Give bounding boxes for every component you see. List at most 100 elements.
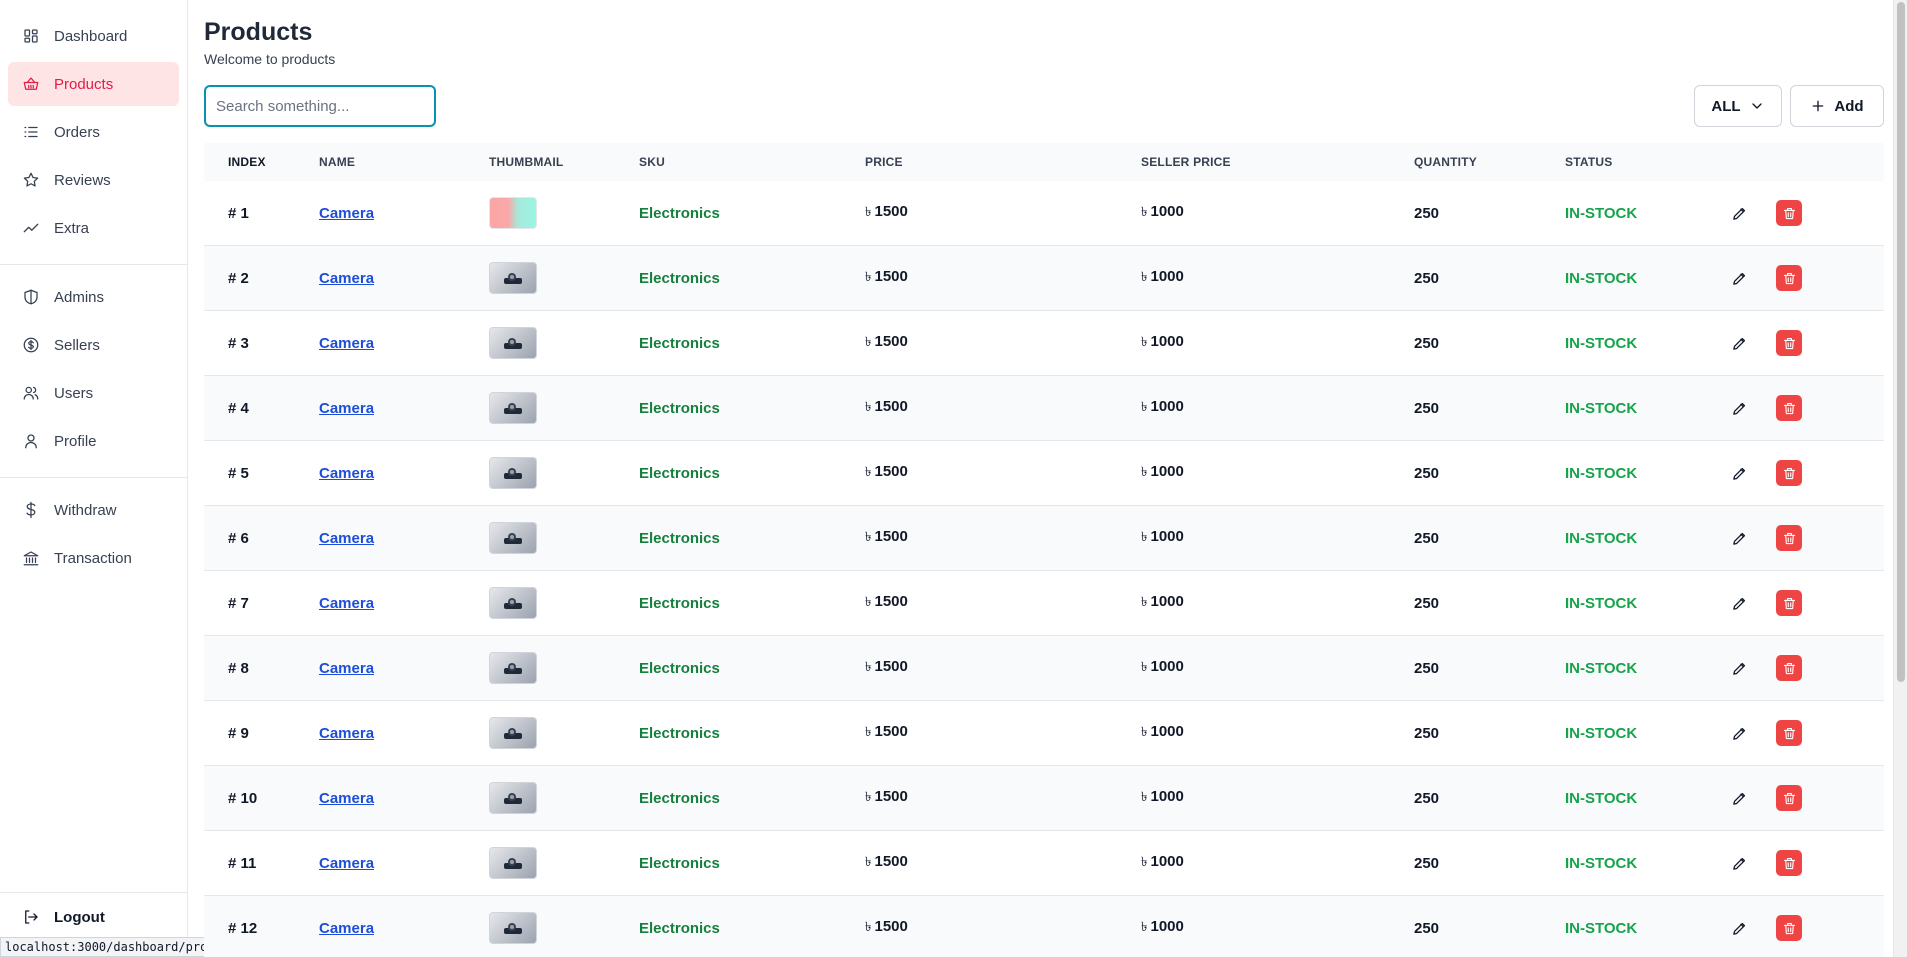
- quantity-value: 250: [1414, 594, 1440, 612]
- edit-button[interactable]: [1724, 198, 1754, 228]
- delete-button[interactable]: [1776, 525, 1802, 551]
- product-thumbnail[interactable]: [489, 522, 537, 554]
- product-name-link[interactable]: Camera: [319, 790, 374, 807]
- product-name-link[interactable]: Camera: [319, 270, 374, 287]
- delete-button[interactable]: [1776, 850, 1802, 876]
- product-name-link[interactable]: Camera: [319, 855, 374, 872]
- scrollbar-thumb[interactable]: [1897, 2, 1905, 682]
- delete-button[interactable]: [1776, 785, 1802, 811]
- delete-button[interactable]: [1776, 395, 1802, 421]
- cell-name: Camera: [319, 725, 489, 742]
- product-thumbnail[interactable]: [489, 262, 537, 294]
- product-name-link[interactable]: Camera: [319, 725, 374, 742]
- page-subtitle: Welcome to products: [204, 51, 336, 67]
- edit-button[interactable]: [1724, 718, 1754, 748]
- product-name-link[interactable]: Camera: [319, 335, 374, 352]
- product-thumbnail[interactable]: [489, 587, 537, 619]
- product-name-link[interactable]: Camera: [319, 595, 374, 612]
- delete-button[interactable]: [1776, 915, 1802, 941]
- sidebar-item-orders[interactable]: Orders: [8, 110, 179, 154]
- nav-group-main: Dashboard Products Orders Reviews Extra: [0, 0, 187, 265]
- sidebar-item-transaction[interactable]: Transaction: [8, 536, 179, 580]
- edit-button[interactable]: [1724, 393, 1754, 423]
- sku-text: Electronics: [639, 464, 720, 482]
- sidebar-item-admins[interactable]: Admins: [8, 275, 179, 319]
- cell-sku: Electronics: [639, 595, 865, 612]
- cell-sku: Electronics: [639, 920, 865, 937]
- sidebar-item-sellers[interactable]: Sellers: [8, 323, 179, 367]
- sidebar-item-users[interactable]: Users: [8, 371, 179, 415]
- delete-button[interactable]: [1776, 330, 1802, 356]
- edit-button[interactable]: [1724, 848, 1754, 878]
- edit-button[interactable]: [1724, 328, 1754, 358]
- bank-icon: [22, 549, 40, 567]
- sidebar-item-reviews[interactable]: Reviews: [8, 158, 179, 202]
- star-icon: [22, 171, 40, 189]
- sidebar-item-label: Profile: [54, 432, 97, 450]
- sidebar-item-products[interactable]: Products: [8, 62, 179, 106]
- product-name-link[interactable]: Camera: [319, 920, 374, 937]
- product-thumbnail[interactable]: [489, 392, 537, 424]
- seller-price-value: 1000: [1150, 657, 1184, 675]
- edit-button[interactable]: [1724, 458, 1754, 488]
- sidebar-item-dashboard[interactable]: Dashboard: [8, 14, 179, 58]
- currency-symbol: ৳: [865, 528, 872, 544]
- cell-price: ৳ 1500: [865, 853, 1141, 874]
- product-thumbnail[interactable]: [489, 457, 537, 489]
- delete-button[interactable]: [1776, 460, 1802, 486]
- product-thumbnail[interactable]: [489, 912, 537, 944]
- cell-price: ৳ 1500: [865, 463, 1141, 484]
- cell-index: # 5: [228, 464, 249, 482]
- delete-button[interactable]: [1776, 720, 1802, 746]
- product-thumbnail[interactable]: [489, 197, 537, 229]
- product-name-link[interactable]: Camera: [319, 205, 374, 222]
- edit-button[interactable]: [1724, 263, 1754, 293]
- seller-price-value: 1000: [1150, 527, 1184, 545]
- edit-button[interactable]: [1724, 653, 1754, 683]
- cell-index: # 10: [228, 789, 258, 807]
- cell-seller-price: ৳ 1000: [1141, 723, 1414, 744]
- sku-text: Electronics: [639, 594, 720, 612]
- product-thumbnail[interactable]: [489, 717, 537, 749]
- currency-symbol: ৳: [865, 268, 872, 284]
- delete-button[interactable]: [1776, 200, 1802, 226]
- product-name-link[interactable]: Camera: [319, 465, 374, 482]
- product-name-link[interactable]: Camera: [319, 400, 374, 417]
- cell-status: IN-STOCK: [1565, 855, 1710, 872]
- price-value: 1500: [874, 397, 908, 415]
- pencil-icon: [1732, 792, 1745, 805]
- trash-icon: [1783, 792, 1795, 804]
- product-thumbnail[interactable]: [489, 652, 537, 684]
- trash-icon: [1783, 532, 1795, 544]
- currency-symbol: ৳: [1141, 528, 1148, 544]
- product-thumbnail[interactable]: [489, 782, 537, 814]
- product-name-link[interactable]: Camera: [319, 660, 374, 677]
- sidebar-item-withdraw[interactable]: Withdraw: [8, 488, 179, 532]
- product-thumbnail[interactable]: [489, 327, 537, 359]
- edit-button[interactable]: [1724, 588, 1754, 618]
- currency-symbol: ৳: [1141, 333, 1148, 349]
- sidebar-item-extra[interactable]: Extra: [8, 206, 179, 250]
- edit-button[interactable]: [1724, 783, 1754, 813]
- search-input[interactable]: [204, 85, 436, 127]
- product-thumbnail[interactable]: [489, 847, 537, 879]
- logout-label: Logout: [54, 908, 105, 926]
- column-header-seller-price: SELLER PRICE: [1141, 155, 1231, 169]
- sidebar-item-profile[interactable]: Profile: [8, 419, 179, 463]
- delete-button[interactable]: [1776, 265, 1802, 291]
- price-value: 1500: [874, 852, 908, 870]
- edit-button[interactable]: [1724, 523, 1754, 553]
- delete-button[interactable]: [1776, 655, 1802, 681]
- cell-index: # 12: [228, 919, 258, 937]
- delete-button[interactable]: [1776, 590, 1802, 616]
- sku-text: Electronics: [639, 724, 720, 742]
- sidebar-item-label: Users: [54, 384, 94, 402]
- filter-dropdown[interactable]: ALL: [1694, 85, 1782, 127]
- logout-button[interactable]: Logout: [8, 895, 180, 939]
- product-name-link[interactable]: Camera: [319, 530, 374, 547]
- add-product-button[interactable]: Add: [1790, 85, 1884, 127]
- scrollbar[interactable]: [1893, 0, 1907, 957]
- sidebar-item-label: Sellers: [54, 336, 100, 354]
- edit-button[interactable]: [1724, 913, 1754, 943]
- cell-actions: [1710, 198, 1884, 228]
